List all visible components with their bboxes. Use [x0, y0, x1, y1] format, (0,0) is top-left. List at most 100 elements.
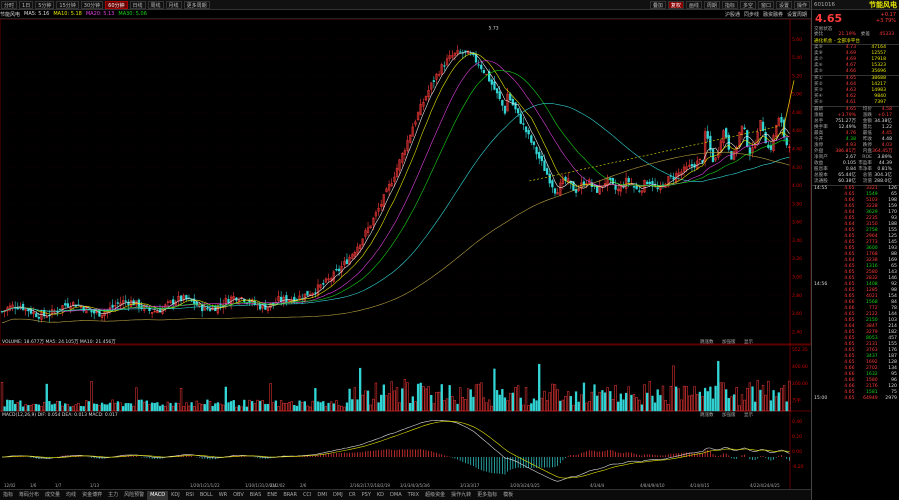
- period-tab-0[interactable]: 分时: [1, 0, 18, 9]
- tool-button-7[interactable]: 设置: [775, 0, 792, 9]
- volume-bar: [61, 405, 64, 412]
- tool-button-0[interactable]: 叠加: [649, 0, 666, 9]
- volume-bar: [524, 387, 528, 412]
- period-tab-7[interactable]: 周线: [147, 0, 164, 9]
- orderbook-row[interactable]: 卖⑤ 4.66 35696: [814, 69, 897, 75]
- candle-body: [227, 298, 230, 303]
- volume-bar: [3, 406, 6, 412]
- tool-button-2[interactable]: 画线: [685, 0, 702, 9]
- candle-body: [272, 302, 275, 305]
- volume-bar: [646, 392, 649, 412]
- period-tab-3[interactable]: 15分钟: [56, 0, 79, 9]
- period-tab-5[interactable]: 60分钟: [105, 0, 128, 9]
- indicator-tab-27[interactable]: 模板: [500, 491, 516, 500]
- indicator-tab-12[interactable]: OBV: [230, 491, 247, 500]
- indicator-tab-25[interactable]: 操作九转: [448, 491, 474, 500]
- kline-chart-svg[interactable]: 5.60 5.40 5.20 5.00 4.80 4.60 4.40 4.20 4.00 3.80…: [0, 18, 812, 489]
- candle-body: [480, 64, 483, 70]
- tool-button-8[interactable]: 操作: [793, 0, 810, 9]
- indicator-tab-15[interactable]: BRAR: [280, 491, 300, 500]
- period-tab-2[interactable]: 5分钟: [35, 0, 55, 9]
- period-tab-1[interactable]: 1日: [19, 0, 34, 9]
- volume-bar: [503, 397, 507, 412]
- indicator-tab-3[interactable]: 均线: [63, 491, 79, 500]
- volume-bar: [548, 392, 551, 412]
- indicator-tab-8[interactable]: KDJ: [168, 491, 183, 500]
- tool-button-4[interactable]: 指标: [721, 0, 738, 9]
- volume-bar: [611, 399, 615, 412]
- link-margin[interactable]: 融资融券: [763, 11, 783, 18]
- indicator-tab-2[interactable]: 成交量: [42, 491, 63, 500]
- volume-bar: [198, 403, 201, 412]
- period-tab-6[interactable]: 日线: [129, 0, 146, 9]
- indicator-tab-21[interactable]: KD: [374, 491, 387, 500]
- indicator-tab-20[interactable]: PSY: [359, 491, 374, 500]
- stat-row: 流通股 60.38亿 流值 288.0亿: [814, 179, 897, 185]
- volume-bar: [482, 397, 486, 412]
- tick-list[interactable]: 14:55 4.65 3321 126 4.65 1549 65 4.66 5103 198 4.6…: [812, 186, 899, 402]
- indicator-tab-5[interactable]: 主力: [105, 491, 121, 500]
- volume-bar: [661, 385, 665, 412]
- tool-button-3[interactable]: 周期: [703, 0, 720, 9]
- indicator-tab-23[interactable]: TRIX: [405, 491, 422, 500]
- link-sync-line[interactable]: 同步线: [744, 11, 759, 18]
- period-tab-4[interactable]: 30分钟: [80, 0, 104, 9]
- x-date-label: 1/30/1/31/2/01/2/02: [245, 483, 285, 488]
- period-tab-9[interactable]: 更多周期: [183, 0, 210, 9]
- volume-bar: [232, 400, 235, 412]
- indicator-tab-14[interactable]: ENE: [264, 491, 280, 500]
- volume-y-tick: 200.00: [792, 381, 808, 387]
- tick-price: 4.65: [844, 396, 855, 401]
- link-hk-connect[interactable]: 沪股通: [725, 11, 740, 18]
- indicator-tab-17[interactable]: DMI: [314, 491, 330, 500]
- volume-bar: [77, 402, 80, 412]
- indicator-tab-10[interactable]: BOLL: [197, 491, 216, 500]
- volume-bar: [330, 401, 333, 412]
- quote-panel: 601016 节能风电 4.65 +0.17 +3.79% 交易状态 委比 21…: [811, 0, 899, 500]
- indicator-tab-7[interactable]: MACD: [147, 490, 169, 500]
- candle-body: [124, 300, 127, 302]
- indicator-tab-13[interactable]: BIAS: [247, 491, 265, 500]
- tool-button-5[interactable]: 多空: [739, 0, 756, 9]
- indicator-tab-22[interactable]: DMA: [387, 491, 405, 500]
- volume-bar: [274, 400, 278, 412]
- indicator-tab-1[interactable]: 筹码分布: [16, 491, 42, 500]
- volume-bar: [324, 406, 328, 412]
- volume-bar: [674, 386, 678, 412]
- volume-bar: [530, 403, 533, 412]
- news-ticker[interactable]: 通化机会 - 全部净平台: [812, 38, 899, 45]
- volume-bar: [751, 386, 754, 412]
- tool-button-1[interactable]: 复权: [667, 0, 684, 9]
- volume-bar: [237, 405, 241, 412]
- indicator-tab-4[interactable]: 资金博弈: [79, 491, 105, 500]
- peak-price-label: 5.73: [489, 25, 499, 31]
- indicator-tab-18[interactable]: DMJ: [330, 491, 346, 500]
- tool-button-6[interactable]: 窗口: [757, 0, 774, 9]
- candle-body: [495, 88, 499, 94]
- kline-chart-area[interactable]: 5.60 5.40 5.20 5.00 4.80 4.60 4.40 4.20 4.00 3.80…: [0, 18, 812, 489]
- candle-body: [522, 123, 525, 125]
- indicator-tab-16[interactable]: CCI: [300, 491, 314, 500]
- indicator-tab-0[interactable]: 指标: [0, 491, 16, 500]
- volume-bar: [206, 399, 209, 412]
- volume-bar: [656, 389, 659, 412]
- candle-body: [532, 141, 536, 145]
- indicator-tab-24[interactable]: 超级资金: [422, 491, 448, 500]
- candle-body: [635, 185, 638, 190]
- x-date-label: 3/13/3/17: [460, 483, 480, 488]
- volume-bar: [746, 387, 749, 412]
- candle-body: [514, 102, 517, 110]
- volume-bar: [53, 403, 56, 412]
- volume-bar: [593, 384, 596, 412]
- orderbook-row[interactable]: 买⑤ 4.61 7397: [814, 100, 897, 106]
- indicator-tab-9[interactable]: RSI: [183, 491, 197, 500]
- indicator-tab-11[interactable]: WR: [216, 491, 230, 500]
- volume-bar: [753, 401, 757, 412]
- indicator-tab-26[interactable]: 更多指标: [474, 491, 500, 500]
- y-tick-label: 3.20: [792, 256, 802, 262]
- indicator-tab-19[interactable]: CR: [346, 491, 359, 500]
- link-set-period[interactable]: 设置周期: [787, 11, 807, 18]
- period-tab-8[interactable]: 月线: [165, 0, 182, 9]
- indicator-tab-6[interactable]: 风险预警: [121, 491, 147, 500]
- volume-bar: [403, 379, 407, 412]
